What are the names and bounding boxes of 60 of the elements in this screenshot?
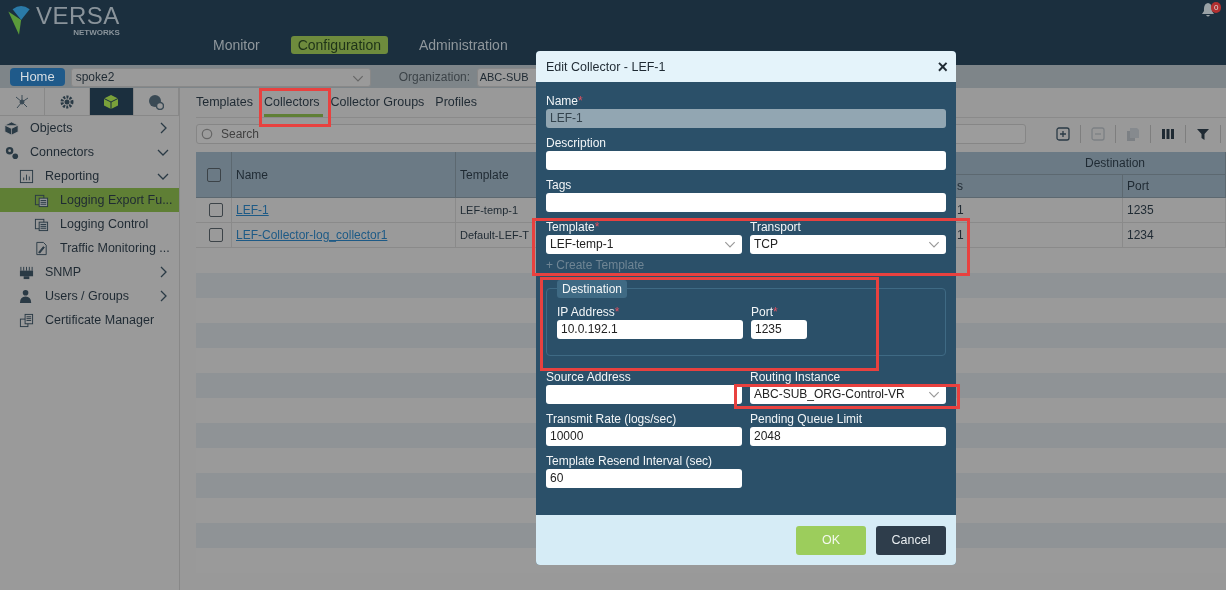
select-field[interactable]: LEF-temp-1: [546, 235, 742, 254]
field-label: Pending Queue Limit: [750, 412, 864, 426]
input-field[interactable]: 10.0.192.1: [557, 320, 743, 339]
sidebar-item-label: Objects: [30, 121, 73, 135]
collector-link[interactable]: LEF-1: [236, 203, 269, 217]
cancel-button[interactable]: Cancel: [876, 525, 946, 555]
column-header[interactable]: Name: [232, 152, 456, 198]
select-field[interactable]: TCP: [750, 235, 946, 254]
tab[interactable]: Collectors: [264, 92, 323, 117]
device-dropdown[interactable]: spoke2: [70, 67, 371, 87]
field-label: Template Resend Interval (sec): [546, 454, 714, 468]
organization-label: Organization:: [398, 70, 472, 84]
tab[interactable]: Collector Groups: [330, 90, 428, 117]
sidebar-item-label: Connectors: [30, 145, 94, 159]
field-label: Tags: [546, 178, 573, 192]
table-cell: 1234: [1123, 223, 1226, 248]
close-button[interactable]: ×: [937, 57, 948, 76]
nav-tab[interactable]: Administration: [411, 36, 515, 54]
sidebar-item-label: Users / Groups: [45, 289, 130, 303]
sidebar-item-label: Traffic Monitoring ...: [60, 241, 170, 255]
sidebar-item[interactable]: Certificate Manager: [0, 308, 179, 332]
sidebar-item[interactable]: Logging Export Fu...: [0, 188, 179, 212]
input-field[interactable]: 60: [546, 469, 742, 488]
field-label: IP Address*: [557, 305, 621, 319]
logo-subtext: NETWORKS: [73, 28, 120, 37]
input-field[interactable]: 10000: [546, 427, 742, 446]
tab[interactable]: Profiles: [435, 90, 481, 117]
nav-tab[interactable]: Configuration: [290, 36, 388, 54]
sidebar-item[interactable]: Users / Groups: [0, 284, 179, 308]
tab[interactable]: Templates: [196, 90, 256, 117]
sidebar-item[interactable]: Logging Control: [0, 212, 179, 236]
field-label: Template*: [546, 220, 601, 234]
collector-link[interactable]: LEF-Collector-log_collector1: [236, 228, 388, 242]
destination-legend: Destination: [557, 280, 628, 298]
sidebar-item-label: SNMP: [45, 265, 82, 279]
notification-badge: 0: [1211, 2, 1222, 13]
field-label: Name*: [546, 94, 584, 108]
input-field[interactable]: 2048: [750, 427, 946, 446]
sidebar-item-label: Logging Control: [60, 217, 149, 231]
sidebar-item[interactable]: Traffic Monitoring ...: [0, 236, 179, 260]
column-header[interactable]: Port: [1123, 175, 1226, 198]
field-label: Description: [546, 136, 608, 150]
logo-text: VERSA: [36, 4, 120, 28]
home-button[interactable]: Home: [10, 68, 65, 86]
sidebar-item-label: Certificate Manager: [45, 313, 155, 327]
sidebar-item[interactable]: SNMP: [0, 260, 179, 284]
input-field[interactable]: 1235: [751, 320, 807, 339]
sidebar-item[interactable]: Objects: [0, 116, 179, 140]
nav-tab[interactable]: Monitor: [206, 36, 267, 54]
field-label: Routing Instance: [750, 370, 842, 384]
field-label: Port*: [751, 305, 779, 319]
sidebar-item[interactable]: Reporting: [0, 164, 179, 188]
table-cell: 1235: [1123, 198, 1226, 223]
sidebar-item-label: Reporting: [45, 169, 100, 183]
dialog-title: Edit Collector - LEF-1: [546, 59, 666, 74]
sidebar-item-label: Logging Export Fu...: [60, 193, 173, 207]
sidebar-item[interactable]: Connectors: [0, 140, 179, 164]
field-label: Transport: [750, 220, 802, 234]
field-label: Transmit Rate (logs/sec): [546, 412, 678, 426]
field-label: Source Address: [546, 370, 632, 384]
